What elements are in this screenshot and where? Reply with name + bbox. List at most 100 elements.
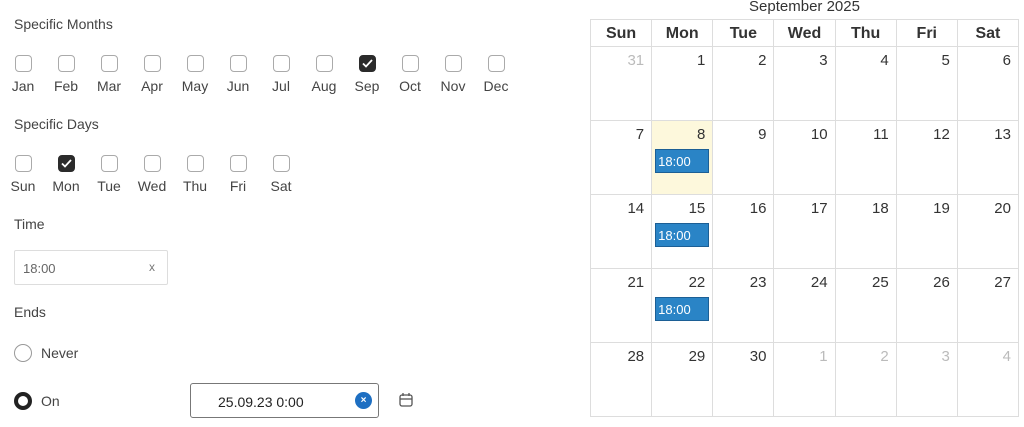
ends-on-option[interactable]: On [14, 392, 60, 410]
months-checkbox-jan[interactable] [14, 55, 32, 72]
end-date-clear-button[interactable]: × [355, 392, 372, 409]
weekday-header: Thu [836, 20, 897, 46]
day-number: 9 [758, 126, 767, 143]
calendar-day[interactable]: 7 [591, 121, 653, 194]
calendar-day[interactable]: 28 [591, 343, 653, 416]
months-label: May [181, 78, 209, 94]
calendar-day[interactable]: 23 [713, 269, 775, 342]
day-number: 14 [627, 200, 645, 217]
days-checkbox-wed[interactable] [143, 155, 161, 172]
calendar-week: 31 1 2 3 4 5 6 [591, 47, 1019, 121]
end-date-value: 25.09.23 0:00 [218, 394, 304, 410]
calendar-day[interactable]: 12 [897, 121, 958, 194]
day-number: 7 [635, 126, 645, 143]
calendar-day[interactable]: 18 [836, 195, 897, 268]
day-number: 2 [758, 52, 767, 69]
calendar-day[interactable]: 11 [836, 121, 897, 194]
months-checkbox-may[interactable] [186, 55, 204, 72]
ends-never-radio[interactable] [14, 344, 32, 362]
checkmark-icon [60, 159, 72, 168]
day-number: 6 [1002, 52, 1011, 69]
days-option-sat[interactable]: Sat [256, 155, 306, 194]
days-checkbox-fri[interactable] [229, 155, 247, 172]
calendar-day[interactable]: 16 [713, 195, 775, 268]
calendar-day[interactable]: 3 [774, 47, 836, 120]
months-checkbox-dec[interactable] [487, 55, 505, 72]
weekday-header: Wed [774, 20, 836, 46]
day-number: 25 [872, 274, 889, 291]
days-checkbox-mon[interactable] [57, 155, 75, 172]
calendar-day[interactable]: 25 [836, 269, 897, 342]
calendar: September 2025 Sun Mon Tue Wed Thu Fri Sat 31 1… [590, 0, 1019, 427]
calendar-day[interactable]: 15 18:00 [652, 195, 714, 268]
calendar-day[interactable]: 13 [958, 121, 1019, 194]
day-number: 26 [933, 274, 950, 291]
calendar-day[interactable]: 4 [958, 343, 1019, 416]
calendar-day[interactable]: 24 [774, 269, 836, 342]
months-label: Nov [440, 78, 466, 94]
days-label: Mon [52, 178, 80, 194]
calendar-day[interactable]: 6 [958, 47, 1019, 120]
day-number: 16 [749, 200, 767, 217]
calendar-day[interactable]: 2 [713, 47, 775, 120]
calendar-event[interactable]: 18:00 [655, 297, 710, 321]
days-checkbox-tue[interactable] [100, 155, 118, 172]
day-number: 19 [933, 200, 950, 217]
months-option-dec[interactable]: Dec [471, 55, 521, 94]
calendar-day[interactable]: 22 18:00 [652, 269, 714, 342]
months-checkbox-aug[interactable] [315, 55, 333, 72]
calendar-day[interactable]: 29 [652, 343, 714, 416]
day-number: 3 [941, 348, 950, 365]
calendar-day[interactable]: 19 [897, 195, 958, 268]
calendar-day-today[interactable]: 8 18:00 [652, 121, 714, 194]
months-section-label: Specific Months [14, 16, 113, 32]
calendar-day[interactable]: 31 [591, 47, 653, 120]
days-label: Sun [10, 178, 36, 194]
day-number: 2 [880, 348, 889, 365]
day-number: 23 [749, 274, 767, 291]
calendar-event[interactable]: 18:00 [655, 149, 710, 173]
calendar-day[interactable]: 4 [836, 47, 897, 120]
ends-on-radio[interactable] [14, 392, 32, 410]
months-checkbox-jul[interactable] [272, 55, 290, 72]
calendar-day[interactable]: 26 [897, 269, 958, 342]
months-checkbox-oct[interactable] [401, 55, 419, 72]
days-checkbox-sun[interactable] [14, 155, 32, 172]
ends-section-label: Ends [14, 304, 46, 320]
calendar-day[interactable]: 21 [591, 269, 653, 342]
time-clear-button[interactable]: x [149, 260, 155, 274]
calendar-day[interactable]: 9 [713, 121, 775, 194]
months-checkbox-nov[interactable] [444, 55, 462, 72]
calendar-grid: Sun Mon Tue Wed Thu Fri Sat 31 1 2 3 4 5 6 7 8 18:00 9 10… [590, 19, 1019, 417]
months-checkbox-mar[interactable] [100, 55, 118, 72]
calendar-day[interactable]: 1 [774, 343, 836, 416]
calendar-day[interactable]: 3 [897, 343, 958, 416]
calendar-day[interactable]: 2 [836, 343, 897, 416]
calendar-day[interactable]: 10 [774, 121, 836, 194]
calendar-event[interactable]: 18:00 [655, 223, 710, 247]
calendar-icon[interactable] [399, 392, 413, 408]
weekday-header: Sat [958, 20, 1019, 46]
days-checkbox-sat[interactable] [272, 155, 290, 172]
calendar-day[interactable]: 5 [897, 47, 958, 120]
calendar-day[interactable]: 30 [713, 343, 775, 416]
calendar-day[interactable]: 20 [958, 195, 1019, 268]
day-number: 8 [696, 126, 706, 143]
time-input[interactable]: 18:00 x [14, 250, 168, 285]
months-checkbox-apr[interactable] [143, 55, 161, 72]
calendar-day[interactable]: 17 [774, 195, 836, 268]
calendar-day[interactable]: 27 [958, 269, 1019, 342]
calendar-day[interactable]: 1 [652, 47, 714, 120]
days-label: Fri [229, 178, 247, 194]
weekday-header: Tue [713, 20, 775, 46]
day-number: 30 [749, 348, 767, 365]
end-date-input[interactable]: 25.09.23 0:00 × [190, 383, 379, 418]
months-checkbox-jun[interactable] [229, 55, 247, 72]
calendar-day[interactable]: 14 [591, 195, 653, 268]
days-checkbox-thu[interactable] [186, 155, 204, 172]
months-checkbox-sep[interactable] [358, 55, 376, 72]
ends-never-option[interactable]: Never [14, 344, 78, 362]
day-number: 24 [810, 274, 828, 291]
months-checkbox-feb[interactable] [57, 55, 75, 72]
months-label: Mar [96, 78, 122, 94]
